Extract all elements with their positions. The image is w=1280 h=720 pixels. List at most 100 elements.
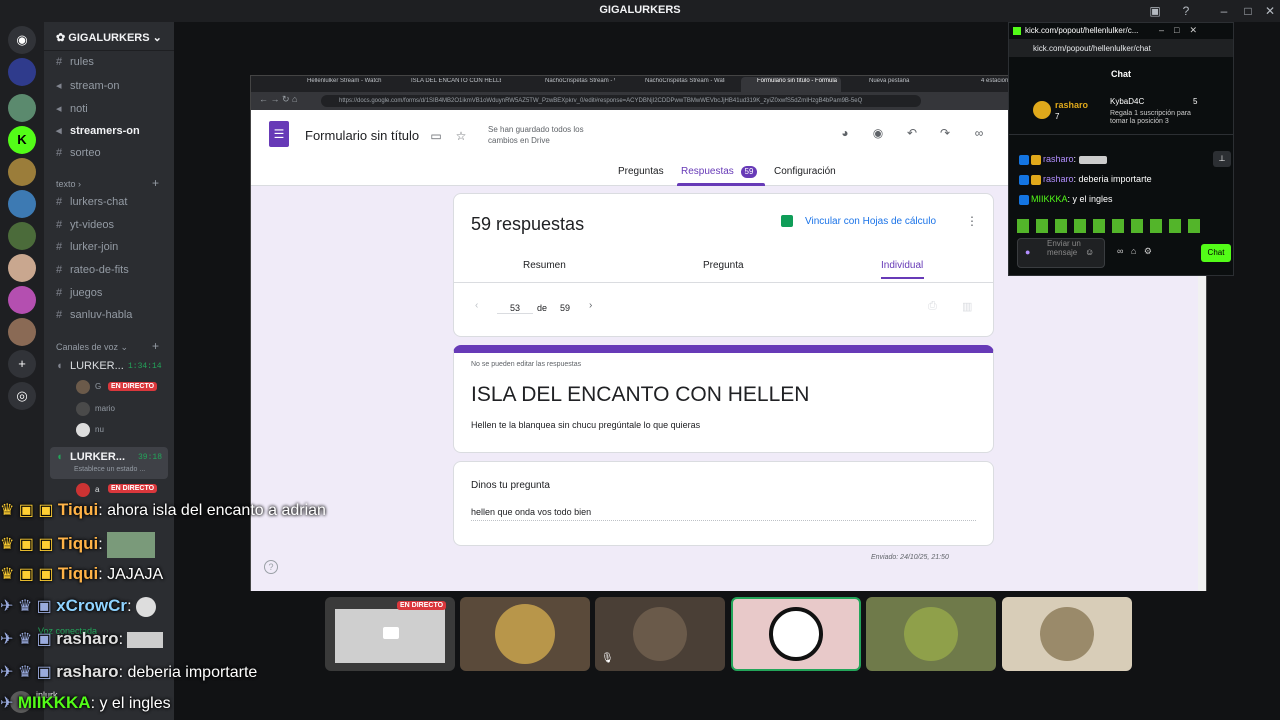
form-doc-title[interactable]: Formulario sin título: [305, 128, 419, 143]
server-icon[interactable]: [8, 94, 36, 122]
server-icon[interactable]: [8, 318, 36, 346]
response-index-input[interactable]: 53: [497, 303, 533, 314]
popout-url[interactable]: kick.com/popout/hellenlulker/chat: [1033, 44, 1151, 53]
chat-username[interactable]: MIIKKKA: [1031, 194, 1068, 204]
gifter-name[interactable]: KybaD4C: [1110, 97, 1144, 106]
browser-tab[interactable]: Nueva pestaña: [869, 78, 939, 90]
participant-tile-speaking[interactable]: [731, 597, 861, 671]
tab-respuestas[interactable]: Respuestas: [681, 166, 734, 177]
answer-text: hellen que onda vos todo bien: [471, 507, 976, 521]
subtab-individual[interactable]: Individual: [881, 260, 923, 271]
channel-yt-videos[interactable]: # yt-videos: [56, 219, 114, 231]
avatar[interactable]: [76, 402, 90, 416]
chat-username[interactable]: rasharo: [1043, 174, 1074, 184]
more-options-icon[interactable]: ⋮: [966, 214, 978, 228]
channel-stream-on[interactable]: ◂ stream-on: [56, 79, 120, 92]
add-server-icon[interactable]: +: [8, 350, 36, 378]
browser-tab[interactable]: Hellenlulker Stream - Watch: [307, 78, 391, 90]
participant-tile[interactable]: [866, 597, 996, 671]
channel-sorteo[interactable]: # sorteo: [56, 147, 101, 159]
category-voice[interactable]: Canales de voz ⌄: [56, 342, 128, 353]
voice-channel-1[interactable]: ◖ LURKER...: [56, 360, 124, 372]
subtab-resumen[interactable]: Resumen: [523, 260, 566, 271]
server-icon[interactable]: [8, 286, 36, 314]
add-channel-icon[interactable]: +: [152, 176, 159, 190]
channel-rateo-de-fits[interactable]: # rateo-de-fits: [56, 264, 129, 276]
close-icon[interactable]: ✕: [1262, 3, 1278, 19]
voice-user[interactable]: mario: [95, 404, 115, 413]
chat-tools-icon[interactable]: ∞ ⌂ ⚙: [1117, 246, 1152, 257]
voice-status[interactable]: Establece un estado ...: [74, 466, 145, 473]
prev-response-icon[interactable]: ‹: [475, 300, 478, 311]
palette-icon[interactable]: ◕: [838, 126, 852, 140]
star-icon[interactable]: ☆: [454, 129, 468, 143]
channel-lurkers-chat[interactable]: # lurkers-chat: [56, 196, 127, 208]
forms-logo-icon[interactable]: ☰: [269, 121, 289, 147]
browser-tab[interactable]: NachoCrispetas Stream - Watch: [645, 78, 725, 90]
pinned-user[interactable]: rasharo: [1055, 100, 1088, 110]
maximize-icon[interactable]: □: [1240, 3, 1256, 19]
avatar[interactable]: [76, 423, 90, 437]
pager-total: 59: [560, 303, 571, 313]
channel-rules[interactable]: # rules: [56, 56, 94, 68]
server-icon[interactable]: [8, 254, 36, 282]
url-bar[interactable]: https://docs.google.com/forms/d/1SIB4MB2…: [321, 95, 921, 107]
kick-server-icon[interactable]: K: [8, 126, 36, 154]
server-icon[interactable]: [8, 190, 36, 218]
participant-tile[interactable]: [1002, 597, 1132, 671]
voice-channel-2[interactable]: ◖ LURKER...: [56, 451, 125, 463]
tab-configuracion[interactable]: Configuración: [774, 166, 836, 177]
back-forward-icon[interactable]: ← → ↻ ⌂: [259, 94, 297, 105]
subtab-pregunta[interactable]: Pregunta: [703, 260, 744, 271]
mic-icon[interactable]: ●: [1025, 247, 1030, 257]
sheets-icon[interactable]: [781, 215, 793, 227]
discord-home-icon[interactable]: ◉: [8, 26, 36, 54]
print-icon[interactable]: ⎙: [928, 300, 937, 313]
send-chat-button[interactable]: Chat: [1201, 244, 1231, 262]
redo-icon[interactable]: ↷: [938, 126, 952, 140]
pager-de: de: [537, 303, 548, 313]
participant-tile-screen[interactable]: EN DIRECTO: [325, 597, 455, 671]
server-icon[interactable]: [8, 158, 36, 186]
add-voice-channel-icon[interactable]: +: [152, 339, 159, 353]
folder-icon[interactable]: ▭: [429, 129, 443, 143]
link-sheets-button[interactable]: Vincular con Hojas de cálculo: [805, 216, 936, 227]
pin-icon[interactable]: ⊥: [1213, 151, 1231, 167]
window-controls-icon[interactable]: – □ ✕: [1159, 25, 1197, 36]
server-icon[interactable]: [8, 222, 36, 250]
explore-icon[interactable]: ◎: [8, 382, 36, 410]
tab-preguntas[interactable]: Preguntas: [618, 166, 664, 177]
voice-user[interactable]: G: [95, 382, 101, 391]
next-response-icon[interactable]: ›: [589, 300, 592, 311]
help-circle-icon[interactable]: ?: [264, 560, 278, 574]
undo-icon[interactable]: ↶: [905, 126, 919, 140]
server-name-header[interactable]: ✿ GIGALURKERS ⌄: [56, 31, 162, 44]
preview-eye-icon[interactable]: ◉: [871, 126, 885, 140]
browser-tab[interactable]: NachoCrispetas Stream - W: [545, 78, 615, 90]
participant-tile[interactable]: 🎙: [595, 597, 725, 671]
browser-tab-active[interactable]: Formulario sin título - Formula: [757, 78, 841, 90]
emoji-icon[interactable]: ☺: [1085, 247, 1094, 257]
inbox-icon[interactable]: ▣: [1147, 3, 1163, 19]
channel-juegos[interactable]: # juegos: [56, 287, 102, 299]
channel-sanluv-habla[interactable]: # sanluv-habla: [56, 309, 132, 321]
delete-icon[interactable]: ▥: [962, 300, 972, 313]
overlay-message: ♛ ▣ ▣ Tiqui: ahora isla del encanto a ad…: [0, 500, 326, 519]
channel-noti[interactable]: ◂ noti: [56, 102, 88, 115]
avatar[interactable]: [76, 483, 90, 497]
chat-message: rasharo:: [1019, 154, 1107, 165]
link-icon[interactable]: ∞: [972, 126, 986, 140]
avatar[interactable]: [76, 380, 90, 394]
channel-lurker-join[interactable]: # lurker-join: [56, 241, 118, 253]
help-icon[interactable]: ?: [1178, 3, 1194, 19]
voice-user[interactable]: a: [95, 485, 99, 494]
minimize-icon[interactable]: –: [1216, 3, 1232, 19]
channel-streamers-on[interactable]: ◂ streamers-on: [56, 124, 140, 137]
emote-bar[interactable]: [1017, 219, 1207, 233]
participant-tile[interactable]: [460, 597, 590, 671]
category-texto[interactable]: texto ›: [56, 179, 81, 189]
browser-tab[interactable]: ISLA DEL ENCANTO CON HELLEN: [411, 78, 501, 90]
voice-user[interactable]: nu: [95, 425, 104, 434]
chat-username[interactable]: rasharo: [1043, 154, 1074, 164]
server-icon[interactable]: [8, 58, 36, 86]
